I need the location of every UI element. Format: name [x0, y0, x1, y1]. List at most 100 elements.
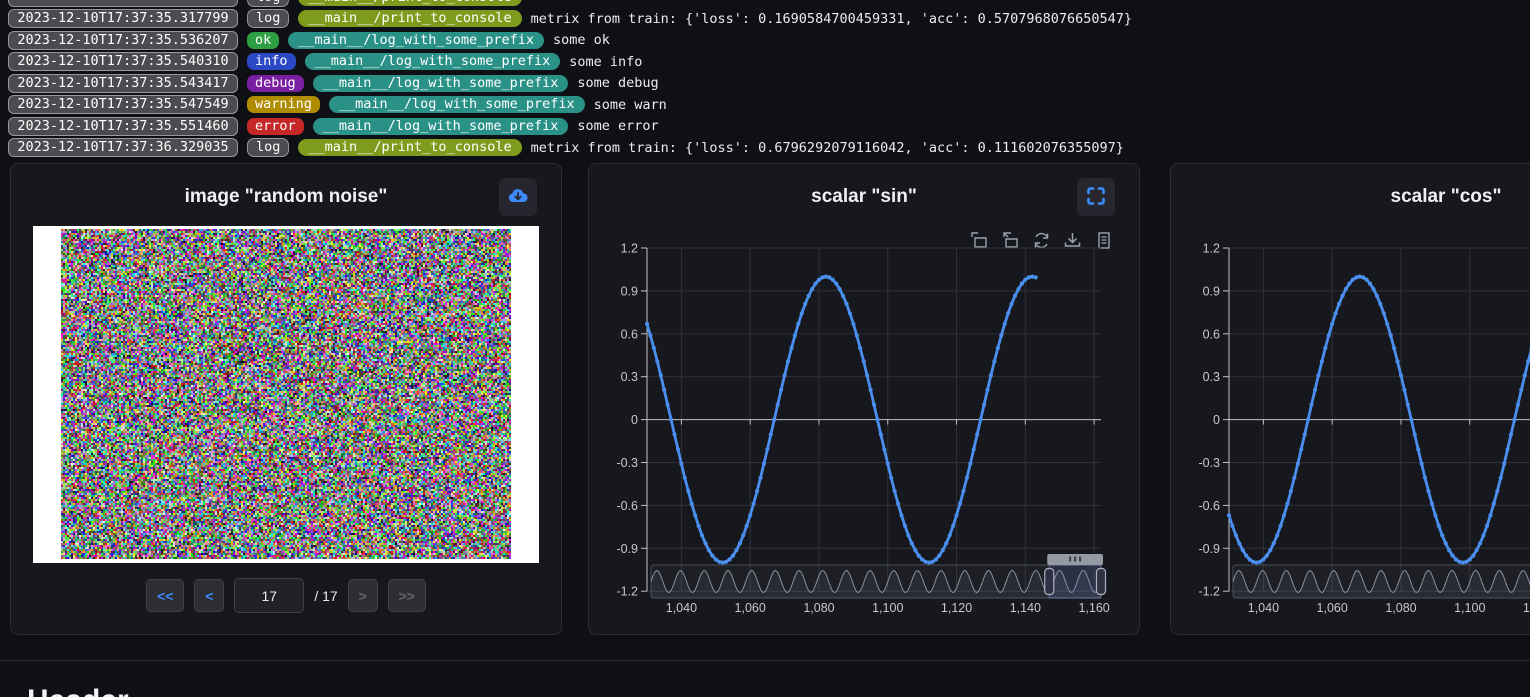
series-point	[999, 333, 1003, 337]
y-tick-label: 0	[1213, 413, 1220, 427]
first-page-button[interactable]: <<	[146, 579, 184, 612]
log-message: some debug	[577, 75, 658, 91]
series-point	[961, 489, 965, 493]
series-point	[1306, 418, 1310, 422]
series-point	[844, 302, 848, 306]
x-tick-label: 1,080	[1385, 601, 1416, 615]
log-source-badge: __main__/print_to_console	[298, 0, 521, 6]
series-point	[1327, 333, 1331, 337]
log-level-badge: log	[247, 138, 289, 157]
x-tick-label: 1,120	[941, 601, 972, 615]
series-point	[985, 388, 989, 392]
log-message: metrix from train: {'loss': 0.1690584700…	[531, 11, 1132, 27]
slider-grip-dot	[1079, 557, 1081, 562]
page-number-input[interactable]	[234, 578, 304, 613]
series-point	[717, 560, 721, 564]
series-point	[1013, 294, 1017, 298]
series-point	[975, 432, 979, 436]
log-level-badge: log	[247, 0, 289, 7]
series-point	[1023, 278, 1027, 282]
series-point	[1430, 502, 1434, 506]
sin-line-chart[interactable]: 1.20.90.60.30-0.3-0.6-0.9-1.21,0401,0601…	[589, 234, 1141, 629]
series-point	[1413, 432, 1417, 436]
series-point	[648, 333, 652, 337]
series-point	[1020, 282, 1024, 286]
download-button[interactable]	[499, 178, 537, 216]
series-point	[1320, 359, 1324, 363]
series-point	[851, 322, 855, 326]
log-level-badge: log	[247, 9, 289, 28]
slider-window	[1049, 565, 1101, 598]
log-timestamp: 2023-12-10T17:37:35.540310	[8, 52, 238, 71]
series-point	[1371, 287, 1375, 291]
series-point	[1258, 560, 1262, 564]
page-total-label: / 17	[314, 588, 337, 604]
series-point	[796, 322, 800, 326]
last-page-button[interactable]: >>	[388, 579, 426, 612]
series-point	[793, 333, 797, 337]
log-message: some ok	[553, 32, 610, 48]
series-point	[906, 533, 910, 537]
sin-chart-title: scalar "sin"	[589, 186, 1139, 208]
series-point	[748, 513, 752, 517]
sin-chart-panel: scalar "sin" 1.20.90.60.30-0.3-0.6-0.9-1…	[588, 163, 1140, 635]
series-point	[1516, 403, 1520, 407]
log-source-badge: __main__/log_with_some_prefix	[288, 32, 544, 49]
series-point	[1261, 557, 1265, 561]
series-point	[944, 541, 948, 545]
y-tick-label: -0.6	[616, 499, 638, 513]
cos-chart-title: scalar "cos"	[1171, 186, 1530, 208]
series-point	[1502, 462, 1506, 466]
cos-line-chart[interactable]: 1.20.90.60.30-0.3-0.6-0.9-1.21,0401,0601…	[1171, 234, 1530, 629]
series-point	[652, 346, 656, 350]
image-frame	[33, 226, 539, 563]
series-point	[672, 432, 676, 436]
series-point	[848, 311, 852, 315]
series-point	[1248, 557, 1252, 561]
series-point	[1006, 311, 1010, 315]
series-point	[662, 388, 666, 392]
log-timestamp: 2023-12-10T17:37:35.551460	[8, 117, 238, 136]
log-source-badge: __main__/log_with_some_prefix	[329, 96, 585, 113]
series-point	[803, 302, 807, 306]
series-point	[703, 541, 707, 545]
series-point	[913, 548, 917, 552]
series-point	[1423, 476, 1427, 480]
log-level-badge: info	[247, 53, 296, 70]
slider-grip-dot	[1074, 557, 1076, 562]
series-point	[972, 447, 976, 451]
slider-handle	[1045, 569, 1054, 595]
image-panel: image "random noise" << < / 17 > >>	[10, 163, 562, 635]
series-point	[910, 541, 914, 545]
series-point	[1296, 462, 1300, 466]
series-point	[783, 373, 787, 377]
series-point	[872, 403, 876, 407]
series-point	[1361, 275, 1365, 279]
series-point	[1244, 554, 1248, 558]
series-point	[686, 489, 690, 493]
x-tick-label: 1,160	[1078, 601, 1109, 615]
series-point	[700, 533, 704, 537]
prev-page-button[interactable]: <	[194, 579, 224, 612]
series-point	[655, 359, 659, 363]
series-point	[886, 462, 890, 466]
series-point	[762, 462, 766, 466]
series-point	[1464, 560, 1468, 564]
series-point	[855, 333, 859, 337]
series-point	[1265, 554, 1269, 558]
series-point	[776, 403, 780, 407]
log-level-badge: error	[247, 118, 304, 135]
next-page-button[interactable]: >	[348, 579, 378, 612]
y-tick-label: -1.2	[616, 585, 638, 599]
series-point	[690, 502, 694, 506]
series-point	[1519, 388, 1523, 392]
fullscreen-button[interactable]	[1077, 178, 1115, 216]
series-point	[903, 524, 907, 528]
x-tick-label: 1,060	[1317, 601, 1348, 615]
series-point	[1420, 462, 1424, 466]
x-tick-label: 1,040	[1248, 601, 1279, 615]
series-point	[834, 282, 838, 286]
series-point	[862, 359, 866, 363]
series-point	[1282, 513, 1286, 517]
series-point	[727, 557, 731, 561]
